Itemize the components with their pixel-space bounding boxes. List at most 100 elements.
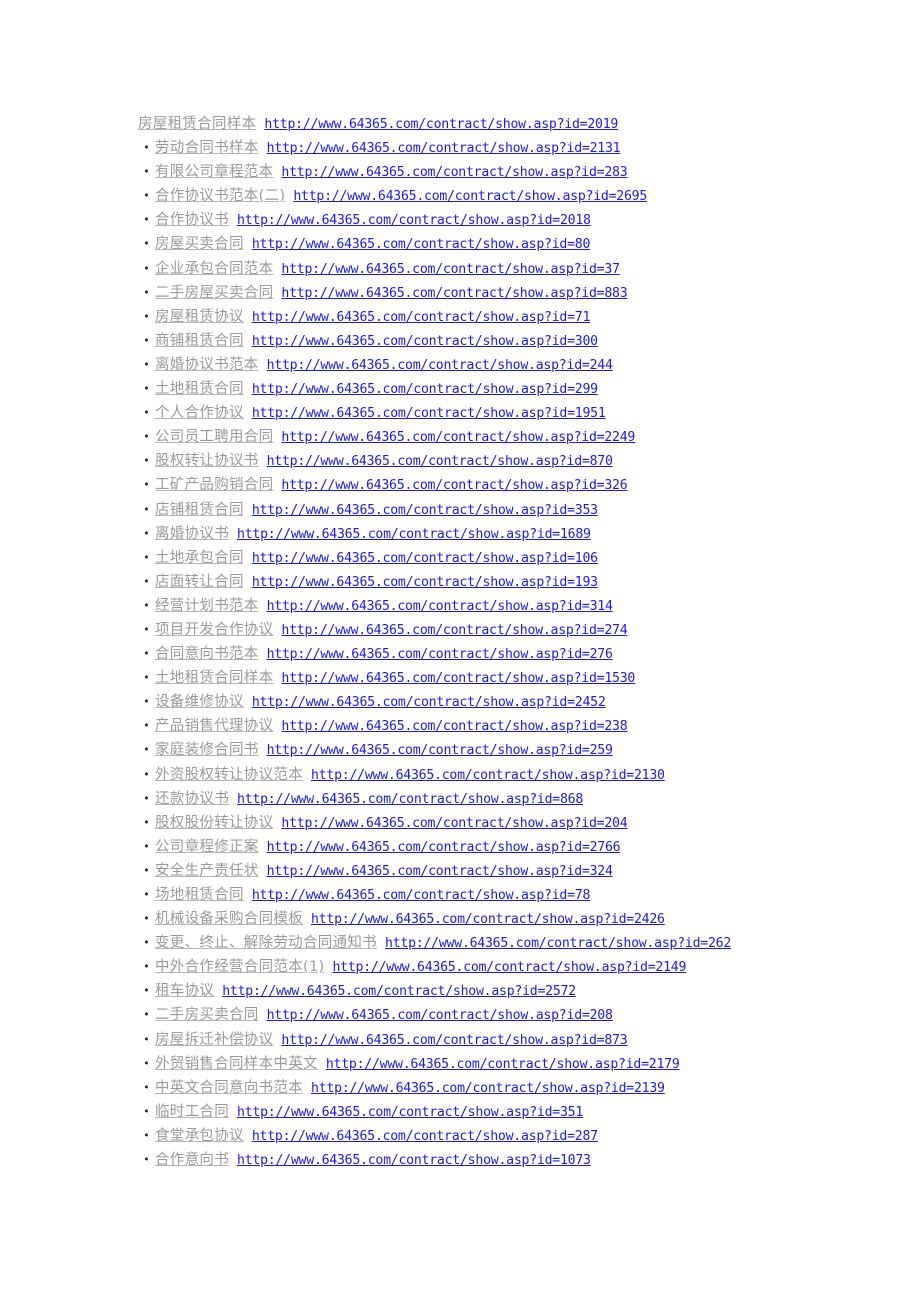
contract-url-link[interactable]: http://www.64365.com/contract/show.asp?i…	[237, 1153, 591, 1168]
contract-title-link[interactable]: 二手房屋买卖合同	[155, 285, 273, 301]
contract-title-link[interactable]: 食堂承包协议	[155, 1128, 244, 1144]
list-item: • 土地租赁合同 http://www.64365.com/contract/sho…	[138, 378, 898, 402]
contract-url-link[interactable]: http://www.64365.com/contract/show.asp?i…	[281, 1033, 627, 1048]
contract-url-link[interactable]: http://www.64365.com/contract/show.asp?i…	[281, 165, 627, 180]
contract-title-link[interactable]: 股权股份转让协议	[155, 815, 273, 831]
contract-url-link[interactable]: http://www.64365.com/contract/show.asp?i…	[326, 1057, 680, 1072]
bullet-icon: •	[143, 213, 150, 227]
contract-title-link[interactable]: 设备维修协议	[155, 694, 244, 710]
contract-url-link[interactable]: http://www.64365.com/contract/show.asp?i…	[293, 189, 647, 204]
contract-url-link[interactable]: http://www.64365.com/contract/show.asp?i…	[267, 840, 621, 855]
contract-url-link[interactable]: http://www.64365.com/contract/show.asp?i…	[267, 743, 613, 758]
contract-url-link[interactable]: http://www.64365.com/contract/show.asp?i…	[311, 768, 665, 783]
contract-title-link[interactable]: 外贸销售合同样本中英文	[155, 1056, 318, 1072]
contract-url-link[interactable]: http://www.64365.com/contract/show.asp?i…	[252, 310, 591, 325]
contract-title-link[interactable]: 商铺租赁合同	[155, 333, 244, 349]
contract-title-link[interactable]: 公司章程修正案	[155, 839, 259, 855]
contract-title-link[interactable]: 离婚协议书范本	[155, 357, 259, 373]
contract-title-link[interactable]: 劳动合同书样本	[155, 140, 259, 156]
contract-title-link[interactable]: 变更、终止、解除劳动合同通知书	[155, 935, 377, 951]
contract-title-link[interactable]: 临时工合同	[155, 1104, 229, 1120]
contract-url-link[interactable]: http://www.64365.com/contract/show.asp?i…	[252, 575, 598, 590]
contract-title-link[interactable]: 租车协议	[155, 983, 214, 999]
contract-title-link[interactable]: 有限公司章程范本	[155, 164, 273, 180]
contract-title-link[interactable]: 还款协议书	[155, 791, 229, 807]
bullet-icon: •	[143, 888, 150, 901]
contract-url-link[interactable]: http://www.64365.com/contract/show.asp?i…	[281, 286, 627, 301]
contract-title-link[interactable]: 店铺租赁合同	[155, 502, 244, 518]
bullet-icon: •	[143, 767, 150, 781]
contract-title-link[interactable]: 房屋租赁协议	[155, 309, 244, 325]
contract-title-link[interactable]: 产品销售代理协议	[155, 718, 273, 734]
contract-title-link[interactable]: 家庭装修合同书	[155, 742, 259, 758]
contract-title-link[interactable]: 土地承包合同	[155, 550, 244, 566]
contract-url-link[interactable]: http://www.64365.com/contract/show.asp?i…	[267, 864, 613, 879]
contract-url-link[interactable]: http://www.64365.com/contract/show.asp?i…	[267, 647, 613, 662]
contract-url-link[interactable]: http://www.64365.com/contract/show.asp?i…	[252, 237, 591, 252]
contract-url-link[interactable]: http://www.64365.com/contract/show.asp?i…	[281, 816, 627, 831]
contract-url-link[interactable]: http://www.64365.com/contract/show.asp?i…	[311, 912, 665, 927]
contract-url-link[interactable]: http://www.64365.com/contract/show.asp?i…	[252, 551, 598, 566]
contract-title-link[interactable]: 合作协议书	[155, 212, 229, 228]
contract-title-link[interactable]: 土地租赁合同样本	[155, 670, 273, 686]
contract-url-link[interactable]: http://www.64365.com/contract/show.asp?i…	[267, 1008, 613, 1023]
contract-title-link[interactable]: 房屋买卖合同	[155, 236, 244, 252]
contract-title-link[interactable]: 股权转让协议书	[155, 453, 259, 469]
contract-url-link[interactable]: http://www.64365.com/contract/show.asp?i…	[252, 888, 591, 903]
contract-title-link[interactable]: 工矿产品购销合同	[155, 477, 273, 493]
contract-title-link[interactable]: 企业承包合同范本	[155, 261, 273, 277]
contract-url-link[interactable]: http://www.64365.com/contract/show.asp?i…	[252, 382, 598, 397]
contract-title-link[interactable]: 场地租赁合同	[155, 887, 244, 903]
contract-title-link[interactable]: 外资股权转让协议范本	[155, 767, 303, 783]
contract-url-link[interactable]: http://www.64365.com/contract/show.asp?i…	[237, 213, 591, 228]
contract-title-link[interactable]: 合作意向书	[155, 1152, 229, 1168]
list-item: • 租车协议 http://www.64365.com/contract/show.…	[138, 980, 898, 1004]
contract-title-link[interactable]: 土地租赁合同	[155, 381, 244, 397]
contract-url-link[interactable]: http://www.64365.com/contract/show.asp?i…	[332, 960, 686, 975]
contract-url-link[interactable]: http://www.64365.com/contract/show.asp?i…	[385, 936, 731, 951]
contract-url-link[interactable]: http://www.64365.com/contract/show.asp?i…	[252, 503, 598, 518]
contract-url-link[interactable]: http://www.64365.com/contract/show.asp?i…	[281, 262, 620, 277]
contract-title-link[interactable]: 房屋租赁合同样本	[138, 116, 256, 132]
contract-url-link[interactable]: http://www.64365.com/contract/show.asp?i…	[237, 527, 591, 542]
contract-url-link[interactable]: http://www.64365.com/contract/show.asp?i…	[267, 454, 613, 469]
contract-url-link[interactable]: http://www.64365.com/contract/show.asp?i…	[252, 334, 598, 349]
contract-url-link[interactable]: http://www.64365.com/contract/show.asp?i…	[281, 719, 627, 734]
contract-title-link[interactable]: 合同意向书范本	[155, 646, 259, 662]
contract-url-link[interactable]: http://www.64365.com/contract/show.asp?i…	[267, 141, 621, 156]
contract-title-link[interactable]: 机械设备采购合同模板	[155, 911, 303, 927]
contract-title-link[interactable]: 二手房买卖合同	[155, 1007, 259, 1023]
contract-title-link[interactable]: 合作协议书范本(二)	[155, 188, 285, 204]
list-item: • 食堂承包协议 http://www.64365.com/contract/sho…	[138, 1125, 898, 1149]
contract-url-link[interactable]: http://www.64365.com/contract/show.asp?i…	[281, 430, 635, 445]
contract-title-link[interactable]: 个人合作协议	[155, 405, 244, 421]
contract-title-link[interactable]: 离婚协议书	[155, 526, 229, 542]
contract-url-link[interactable]: http://www.64365.com/contract/show.asp?i…	[281, 478, 627, 493]
contract-url-link[interactable]: http://www.64365.com/contract/show.asp?i…	[267, 599, 613, 614]
contract-url-link[interactable]: http://www.64365.com/contract/show.asp?i…	[264, 117, 618, 132]
contract-url-link[interactable]: http://www.64365.com/contract/show.asp?i…	[222, 984, 576, 999]
contract-url-link[interactable]: http://www.64365.com/contract/show.asp?i…	[281, 623, 627, 638]
list-item: • 有限公司章程范本 http://www.64365.com/contract/s…	[138, 161, 898, 185]
bullet-icon: •	[143, 382, 150, 396]
list-item: • 外贸销售合同样本中英文 http://www.64365.com/contrac…	[138, 1053, 898, 1077]
contract-url-link[interactable]: http://www.64365.com/contract/show.asp?i…	[281, 671, 635, 686]
contract-title-link[interactable]: 安全生产责任状	[155, 863, 259, 879]
bullet-icon: •	[143, 165, 150, 179]
contract-title-link[interactable]: 项目开发合作协议	[155, 622, 273, 638]
contract-title-link[interactable]: 公司员工聘用合同	[155, 429, 273, 445]
contract-url-link[interactable]: http://www.64365.com/contract/show.asp?i…	[267, 358, 613, 373]
contract-title-link[interactable]: 经营计划书范本	[155, 598, 259, 614]
contract-title-link[interactable]: 中英文合同意向书范本	[155, 1080, 303, 1096]
contract-url-link[interactable]: http://www.64365.com/contract/show.asp?i…	[252, 406, 606, 421]
contract-url-link[interactable]: http://www.64365.com/contract/show.asp?i…	[311, 1081, 665, 1096]
contract-url-link[interactable]: http://www.64365.com/contract/show.asp?i…	[252, 695, 606, 710]
bullet-icon: •	[143, 1080, 150, 1094]
contract-title-link[interactable]: 中外合作经营合同范本(1)	[155, 959, 324, 975]
contract-title-link[interactable]: 店面转让合同	[155, 574, 244, 590]
bullet-icon: •	[143, 237, 150, 251]
contract-title-link[interactable]: 房屋拆迁补偿协议	[155, 1032, 273, 1048]
contract-url-link[interactable]: http://www.64365.com/contract/show.asp?i…	[237, 1105, 583, 1120]
contract-url-link[interactable]: http://www.64365.com/contract/show.asp?i…	[237, 792, 583, 807]
contract-url-link[interactable]: http://www.64365.com/contract/show.asp?i…	[252, 1129, 598, 1144]
